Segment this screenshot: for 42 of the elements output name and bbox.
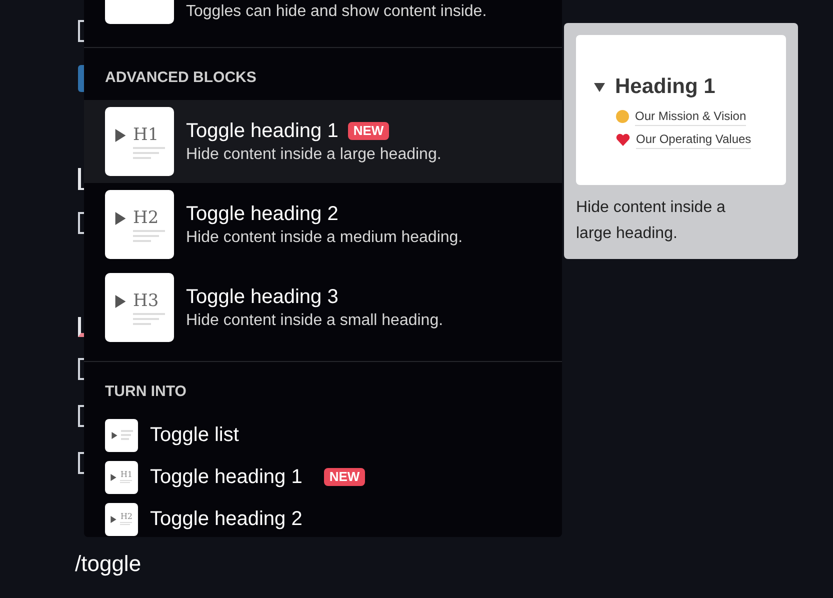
heading-glyph: H3 bbox=[133, 292, 159, 310]
new-badge: NEW bbox=[324, 468, 365, 486]
triangle-icon bbox=[114, 212, 127, 224]
menu-item[interactable]: H1 Toggle heading 1 NEW Hide content inside a large heading. bbox=[84, 100, 562, 183]
item-title: Toggle heading 2 bbox=[186, 202, 338, 226]
item-title: Toggle heading 2 bbox=[150, 507, 302, 532]
menu-item[interactable]: H2 Toggle heading 2 Hide content inside a medium heading. bbox=[84, 183, 562, 266]
item-title: Toggle heading 1 bbox=[150, 465, 302, 490]
colored-block bbox=[78, 65, 84, 92]
menu-item[interactable]: H2 Toggle heading 2 bbox=[84, 498, 562, 537]
item-title: Toggle heading 1 bbox=[186, 118, 338, 144]
triangle-icon bbox=[114, 128, 127, 142]
lines-icon bbox=[133, 230, 165, 242]
triangle-icon bbox=[110, 432, 118, 438]
item-title: Toggle list bbox=[150, 423, 239, 448]
heading-glyph: H2 bbox=[120, 513, 133, 521]
menu-item[interactable]: Toggle list bbox=[84, 414, 562, 456]
section-header: ADVANCED BLOCKS bbox=[105, 69, 256, 86]
preview-heading: Heading 1 bbox=[615, 74, 716, 100]
command-input[interactable]: /toggle bbox=[75, 550, 142, 578]
menu-item[interactable]: H3 Toggle heading 3 Hide content inside a small heading. bbox=[84, 266, 562, 349]
heading-glyph: H1 bbox=[133, 126, 159, 144]
triangle-icon bbox=[110, 516, 118, 522]
smiley-icon bbox=[616, 110, 629, 123]
item-title: Toggle heading 3 bbox=[186, 284, 338, 310]
heart-icon bbox=[616, 132, 630, 146]
heading-glyph: H2 bbox=[133, 210, 159, 226]
lines-icon bbox=[120, 430, 132, 440]
heading-glyph: H1 bbox=[120, 471, 133, 479]
triangle-icon bbox=[110, 474, 118, 480]
item-description: Toggles can hide and show content inside. bbox=[186, 2, 487, 22]
section-header: TURN INTO bbox=[105, 383, 186, 400]
item-description: Hide content inside a small heading. bbox=[186, 310, 444, 330]
menu-item[interactable]: H1 Toggle heading 1 NEW bbox=[84, 456, 562, 498]
preview-caption: Hide content inside a large heading. bbox=[576, 198, 726, 244]
item-description: Hide content inside a medium heading. bbox=[186, 228, 463, 248]
lines-icon bbox=[133, 146, 165, 158]
item-description: Hide content inside a large heading. bbox=[186, 144, 442, 164]
triangle-icon bbox=[114, 294, 127, 308]
lines-icon bbox=[133, 312, 165, 324]
caret-down-icon bbox=[594, 82, 605, 92]
new-badge: NEW bbox=[348, 122, 389, 140]
